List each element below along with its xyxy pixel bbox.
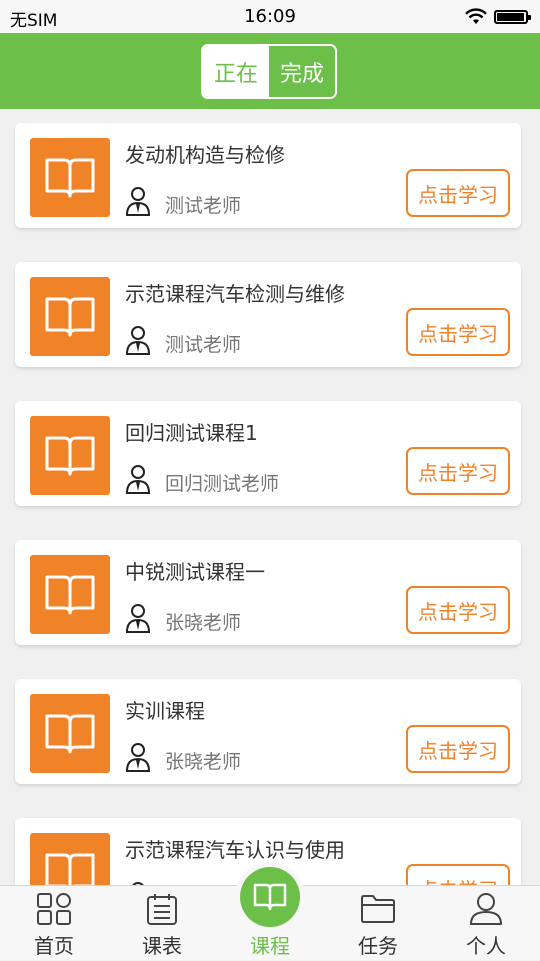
teacher-name: 张晓老师 [165, 751, 242, 773]
course-thumbnail [30, 138, 110, 217]
schedule-icon [147, 894, 177, 925]
course-title: 回归测试课程1 [125, 421, 258, 445]
book-icon [253, 883, 287, 911]
course-thumbnail [30, 694, 110, 773]
book-icon [45, 158, 95, 197]
teacher-name: 测试老师 [165, 195, 242, 217]
tab-label: 个人 [466, 934, 506, 958]
course-title: 中锐测试课程一 [125, 560, 265, 584]
tab-home[interactable]: 首页 [0, 886, 108, 961]
tab-schedule[interactable]: 课表 [108, 886, 216, 961]
tab-label: 任务 [358, 934, 398, 958]
teacher-icon [125, 326, 151, 355]
wifi-icon [465, 8, 487, 24]
course-thumbnail [30, 833, 110, 885]
tab-label: 课表 [142, 934, 182, 958]
tab-tasks[interactable]: 任务 [324, 886, 432, 961]
course-card[interactable]: 回归测试课程1 回归测试老师 点击学习 [15, 401, 521, 506]
folder-icon [361, 895, 395, 923]
course-card[interactable]: 示范课程汽车检测与维修 测试老师 点击学习 [15, 262, 521, 367]
tab-profile[interactable]: 个人 [432, 886, 540, 961]
study-button[interactable]: 点击学习 [406, 169, 510, 217]
teacher-name: 张晓老师 [165, 612, 242, 634]
course-thumbnail [30, 416, 110, 495]
study-button[interactable]: 点击学习 [406, 447, 510, 495]
book-icon [45, 853, 95, 885]
header-bar: 正在 完成 [0, 33, 540, 109]
person-icon [470, 893, 502, 925]
segment-completed[interactable]: 完成 [269, 46, 335, 97]
grid-icon [37, 893, 71, 925]
study-button[interactable]: 点击学习 [406, 586, 510, 634]
teacher-name: 回归测试老师 [165, 473, 280, 495]
status-segmented-control: 正在 完成 [201, 44, 337, 99]
teacher-name: 测试老师 [165, 334, 242, 356]
battery-icon [494, 10, 531, 24]
course-title: 示范课程汽车认识与使用 [125, 838, 345, 862]
segment-in-progress[interactable]: 正在 [203, 46, 269, 97]
course-title: 实训课程 [125, 699, 205, 723]
study-button[interactable]: 点击学习 [406, 864, 510, 885]
book-icon [45, 575, 95, 614]
book-icon [45, 297, 95, 336]
teacher-icon [125, 743, 151, 772]
study-button[interactable]: 点击学习 [406, 725, 510, 773]
teacher-icon [125, 187, 151, 216]
teacher-icon [125, 604, 151, 633]
course-list[interactable]: 发动机构造与检修 测试老师 点击学习 示范课程汽车检测与维修 测试老师 点击学习… [0, 109, 540, 885]
tab-label: 首页 [34, 934, 74, 958]
course-card[interactable]: 实训课程 张晓老师 点击学习 [15, 679, 521, 784]
course-thumbnail [30, 555, 110, 634]
study-button[interactable]: 点击学习 [406, 308, 510, 356]
teacher-icon [125, 465, 151, 494]
course-thumbnail [30, 277, 110, 356]
course-title: 示范课程汽车检测与维修 [125, 282, 345, 306]
course-card[interactable]: 中锐测试课程一 张晓老师 点击学习 [15, 540, 521, 645]
tab-label: 课程 [250, 934, 290, 958]
status-bar: 无SIM 16:09 [0, 0, 540, 33]
course-card[interactable]: 发动机构造与检修 测试老师 点击学习 [15, 123, 521, 228]
book-icon [45, 436, 95, 475]
book-icon [45, 714, 95, 753]
clock: 16:09 [244, 6, 296, 27]
courses-tab-icon-button[interactable] [240, 867, 300, 927]
course-title: 发动机构造与检修 [125, 143, 285, 167]
